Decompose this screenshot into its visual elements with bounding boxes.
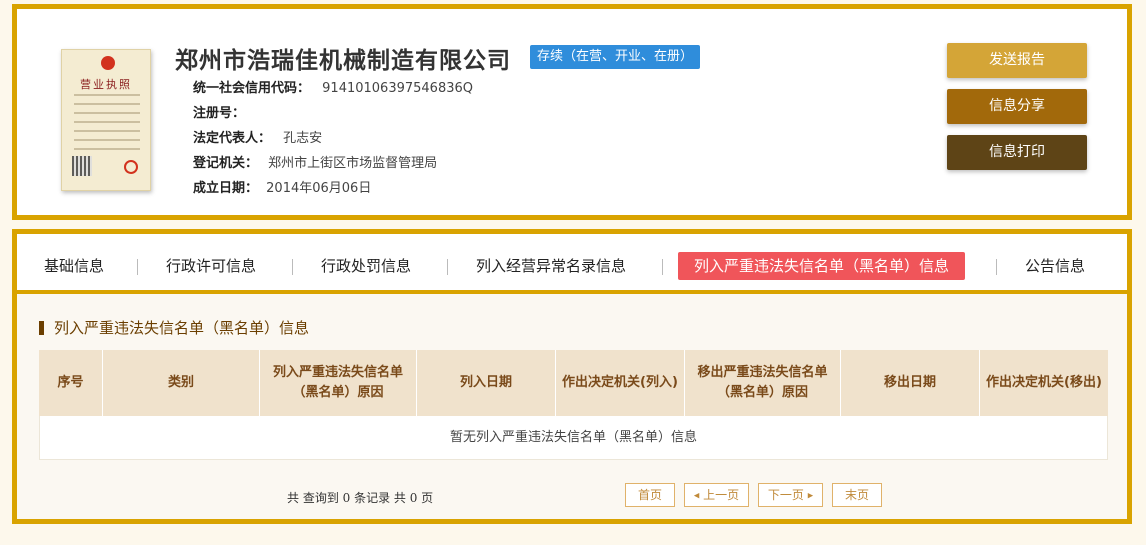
detail-panel: 基础信息 行政许可信息 行政处罚信息 列入经营异常名录信息 列入严重违法失信名单… bbox=[12, 229, 1132, 524]
send-report-button[interactable]: 发送报告 bbox=[947, 43, 1087, 78]
company-summary-card: 营业执照 郑州市浩瑞佳机械制造有限公司 存续（在营、开业、在册） 统一社会信用代… bbox=[12, 4, 1132, 220]
registration-authority-value: 郑州市上街区市场监督管理局 bbox=[268, 156, 438, 171]
tab-announcements[interactable]: 公告信息 bbox=[1025, 252, 1085, 280]
legal-representative-label: 法定代表人： bbox=[193, 131, 272, 146]
column-header: 作出决定机关(移出) bbox=[986, 375, 1102, 390]
prev-page-label: 上一页 bbox=[703, 488, 740, 502]
registration-number-label: 注册号： bbox=[193, 106, 246, 121]
registration-number-row: 注册号： bbox=[193, 102, 245, 121]
establishment-date-row: 成立日期： 2014年06月06日 bbox=[193, 177, 371, 196]
credit-code-value: 91410106397546836Q bbox=[322, 81, 473, 96]
tab-administrative-license[interactable]: 行政许可信息 bbox=[166, 252, 256, 280]
triangle-right-icon: ▶ bbox=[807, 491, 814, 500]
official-seal-icon bbox=[124, 160, 138, 174]
column-header: 列入日期 bbox=[417, 350, 556, 416]
first-page-button[interactable]: 首页 bbox=[625, 483, 675, 507]
legal-representative-row: 法定代表人： 孔志安 bbox=[193, 127, 322, 146]
tab-blacklist[interactable]: 列入严重违法失信名单（黑名单）信息 bbox=[678, 252, 966, 280]
credit-code-label: 统一社会信用代码： bbox=[193, 81, 311, 96]
legal-representative-value: 孔志安 bbox=[283, 131, 323, 146]
registration-authority-label: 登记机关： bbox=[193, 156, 259, 171]
license-title: 营业执照 bbox=[80, 78, 132, 91]
record-count: 共 查询到 0 条记录 共 0 页 bbox=[287, 491, 434, 505]
column-header: 移出严重违法失信名单（黑名单）原因 bbox=[685, 350, 841, 416]
business-license-image: 营业执照 bbox=[61, 49, 151, 191]
tab-administrative-penalty[interactable]: 行政处罚信息 bbox=[321, 252, 411, 280]
credit-code-row: 统一社会信用代码： 91410106397546836Q bbox=[193, 77, 473, 96]
registration-authority-row: 登记机关： 郑州市上街区市场监督管理局 bbox=[193, 152, 437, 171]
establishment-date-label: 成立日期： bbox=[193, 181, 259, 196]
column-header: 作出决定机关(列入) bbox=[556, 350, 685, 416]
triangle-left-icon: ◀ bbox=[693, 491, 700, 500]
table-header: 序号 类别 列入严重违法失信名单（黑名单）原因 列入日期 作出决定机关(列入) … bbox=[39, 350, 1108, 416]
column-header: 列入严重违法失信名单（黑名单）原因 bbox=[260, 350, 417, 416]
empty-table-message: 暂无列入严重违法失信名单（黑名单）信息 bbox=[39, 416, 1108, 460]
share-info-button[interactable]: 信息分享 bbox=[947, 89, 1087, 124]
status-badge: 存续（在营、开业、在册） bbox=[530, 45, 701, 69]
section-title: 列入严重违法失信名单（黑名单）信息 bbox=[39, 321, 309, 336]
info-tabs: 基础信息 行政许可信息 行政处罚信息 列入经营异常名录信息 列入严重违法失信名单… bbox=[17, 234, 1127, 294]
prev-page-button[interactable]: ◀ 上一页 bbox=[684, 483, 749, 507]
next-page-label: 下一页 bbox=[767, 488, 804, 502]
column-header: 移出日期 bbox=[841, 350, 980, 416]
tab-abnormal-operation[interactable]: 列入经营异常名录信息 bbox=[476, 252, 626, 280]
qr-code-icon bbox=[72, 156, 92, 176]
column-header: 类别 bbox=[103, 350, 260, 416]
last-page-button[interactable]: 末页 bbox=[832, 483, 882, 507]
tab-basic-info[interactable]: 基础信息 bbox=[44, 252, 104, 280]
next-page-button[interactable]: 下一页 ▶ bbox=[758, 483, 823, 507]
print-info-button[interactable]: 信息打印 bbox=[947, 135, 1087, 170]
national-emblem-icon bbox=[101, 56, 115, 70]
establishment-date-value: 2014年06月06日 bbox=[266, 181, 372, 196]
column-header: 序号 bbox=[39, 350, 103, 416]
company-name: 郑州市浩瑞佳机械制造有限公司 bbox=[175, 47, 511, 74]
